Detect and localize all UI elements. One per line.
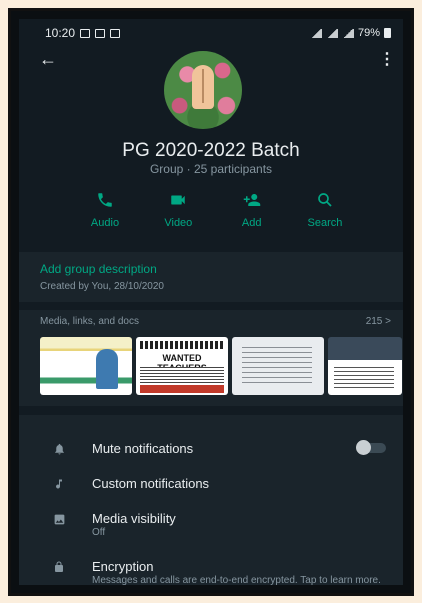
add-person-icon: [243, 194, 260, 206]
praying-hands-image: [192, 65, 214, 109]
media-header[interactable]: Media, links, and docs 215 >: [40, 316, 403, 327]
group-name: PG 2020-2022 Batch: [122, 140, 300, 161]
mute-toggle[interactable]: [356, 440, 386, 455]
arrow-left-icon[interactable]: ←: [39, 49, 57, 70]
custom-notifications-row[interactable]: Custom notifications: [19, 470, 403, 504]
media-visibility-row[interactable]: Media visibility Off: [19, 505, 403, 539]
media-visibility-value: Off: [92, 527, 106, 538]
video-icon: [171, 195, 186, 205]
media-count[interactable]: 215 >: [366, 316, 391, 327]
media-title: Media, links, and docs: [40, 316, 139, 327]
add-label: Add: [241, 217, 262, 229]
audio-label: Audio: [90, 217, 120, 229]
music-note-icon: [51, 476, 67, 492]
media-thumbnails: WANTED TEACHERS: [40, 337, 403, 395]
lock-icon: [51, 559, 67, 575]
mute-notifications-row[interactable]: Mute notifications: [19, 435, 403, 469]
status-bar: 10:20 79%: [19, 19, 403, 47]
settings-section: Mute notifications Custom notifications …: [19, 415, 403, 585]
status-right: 79%: [309, 27, 391, 39]
media-visibility-label: Media visibility: [92, 511, 176, 526]
mute-notifications-label: Mute notifications: [92, 441, 194, 456]
search-button[interactable]: Search: [295, 189, 355, 229]
encryption-row[interactable]: Encryption Messages and calls are end-to…: [19, 553, 403, 585]
signal-icon-1: [325, 28, 338, 38]
group-subtitle[interactable]: Group · 25 participants: [19, 162, 403, 176]
wifi-icon: [309, 28, 322, 38]
more-vert-icon[interactable]: ⋮: [379, 49, 395, 69]
status-time: 10:20: [45, 26, 76, 40]
encryption-description: Messages and calls are end-to-end encryp…: [92, 575, 381, 585]
bell-icon: [51, 441, 67, 457]
status-left: 10:20: [45, 26, 121, 40]
add-description-link[interactable]: Add group description: [40, 262, 403, 276]
group-avatar[interactable]: [164, 51, 242, 129]
thumb-body-text: [140, 367, 224, 383]
media-thumbnail[interactable]: WANTED TEACHERS: [136, 337, 228, 395]
add-participant-button[interactable]: Add: [222, 189, 282, 229]
search-label: Search: [307, 217, 343, 229]
created-by-text: Created by You, 28/10/2020: [40, 281, 164, 292]
media-thumbnail[interactable]: [328, 337, 402, 395]
custom-notifications-label: Custom notifications: [92, 476, 210, 491]
action-bar: Audio Video Add Search: [75, 189, 355, 229]
media-section: Media, links, and docs 215 > WANTED TEAC…: [19, 310, 403, 406]
image-icon: [51, 511, 67, 527]
app-notification-icon: [95, 28, 106, 38]
thumb-footer-banner: [140, 385, 224, 393]
media-thumbnail[interactable]: [232, 337, 324, 395]
screen-notification-icon: [110, 28, 121, 38]
phone-screen: 10:20 79% ← ⋮ PG 2020-2022 Batch Group ·…: [19, 19, 403, 585]
phone-icon: [98, 193, 112, 207]
video-label: Video: [164, 217, 193, 229]
thumb-wanted-text: WANTED TEACHERS: [140, 353, 224, 373]
toggle-knob: [356, 440, 371, 455]
battery-percent: 79%: [357, 27, 380, 39]
encryption-label: Encryption: [92, 559, 154, 574]
gallery-notification-icon: [80, 28, 91, 38]
search-icon: [318, 193, 332, 207]
signal-icon-2: [341, 28, 354, 38]
description-section[interactable]: Add group description Created by You, 28…: [19, 252, 403, 302]
video-call-button[interactable]: Video: [148, 189, 208, 229]
media-thumbnail[interactable]: [40, 337, 132, 395]
audio-call-button[interactable]: Audio: [75, 189, 135, 229]
battery-icon: [384, 28, 391, 38]
thumb-header-text: [140, 341, 224, 349]
